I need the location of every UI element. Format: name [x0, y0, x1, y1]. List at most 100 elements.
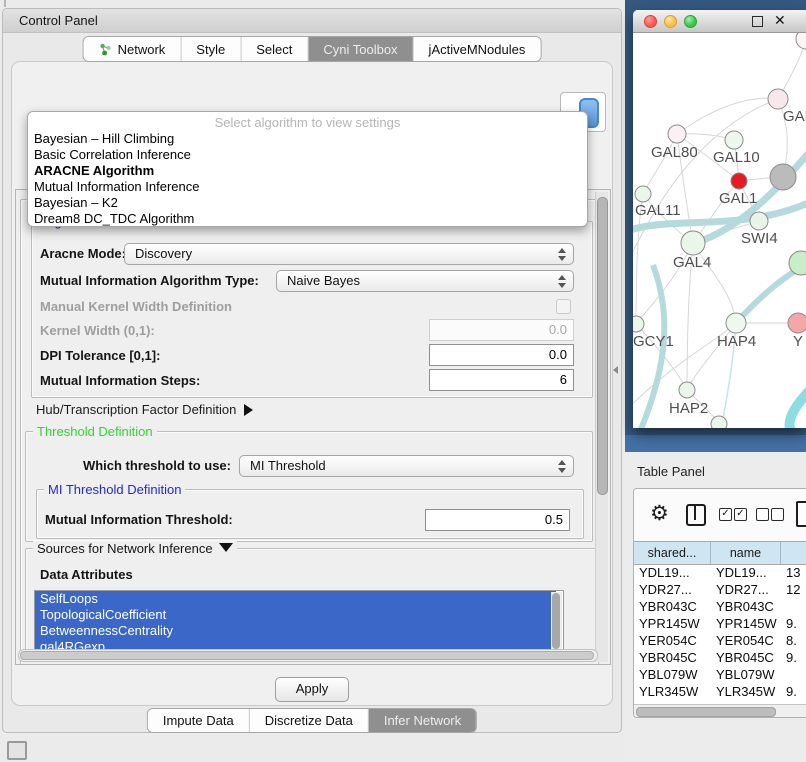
- zoom-traffic-light-icon[interactable]: [684, 15, 697, 28]
- tab-jactivemnodules[interactable]: jActiveMNodules: [414, 37, 541, 61]
- threshold-definition-group: Threshold Definition Which threshold to …: [25, 431, 593, 542]
- algorithm-option[interactable]: Dream8 DC_TDC Algorithm: [28, 211, 587, 227]
- network-node[interactable]: [770, 164, 796, 190]
- column-header[interactable]: [781, 542, 806, 564]
- table-cell: YLR345W: [711, 683, 781, 700]
- table-cell: YBR043C: [634, 598, 711, 615]
- settings-horizontal-scrollbar[interactable]: [18, 649, 598, 662]
- apply-button[interactable]: Apply: [275, 677, 349, 702]
- algorithm-option[interactable]: Bayesian – K2: [28, 195, 587, 211]
- table-cell: YDR27...: [711, 581, 781, 598]
- attribute-item[interactable]: BetweennessCentrality: [35, 623, 556, 639]
- tab-cyni-toolbox[interactable]: Cyni Toolbox: [308, 37, 413, 61]
- tab-network[interactable]: Network: [84, 37, 182, 61]
- settings-scroll-thumb[interactable]: [597, 197, 608, 495]
- attribute-item[interactable]: SelfLoops: [35, 591, 556, 607]
- algorithm-option[interactable]: ARACNE Algorithm: [28, 163, 587, 179]
- tab-style[interactable]: Style: [181, 37, 241, 61]
- table-horizontal-scrollbar[interactable]: [634, 704, 806, 718]
- data-attributes-label: Data Attributes: [40, 567, 133, 582]
- data-attributes-list[interactable]: SelfLoopsTopologicalCoefficientBetweenne…: [34, 590, 564, 652]
- network-node-swi4[interactable]: [750, 212, 768, 230]
- combo-arrows-icon: [558, 460, 566, 473]
- sources-legend[interactable]: Sources for Network Inference: [33, 541, 237, 556]
- which-threshold-combo[interactable]: MI Threshold: [239, 455, 574, 477]
- document-icon[interactable]: [796, 501, 806, 527]
- network-node-y[interactable]: [788, 313, 806, 333]
- gear-icon[interactable]: ⚙: [650, 499, 669, 529]
- network-node-gal11[interactable]: [635, 186, 651, 202]
- dpi-tolerance-field[interactable]: 0.0: [429, 344, 574, 366]
- manual-kernel-checkbox[interactable]: [556, 299, 571, 314]
- control-panel-titlebar[interactable]: Control Panel ✕: [3, 9, 621, 33]
- node-label: GCY1: [633, 333, 674, 350]
- network-node-hap2[interactable]: [679, 382, 695, 398]
- mi-type-combo[interactable]: Naive Bayes: [276, 270, 574, 292]
- network-node-gal[interactable]: [768, 89, 788, 109]
- tab-select[interactable]: Select: [241, 37, 308, 61]
- close-icon[interactable]: ✕: [774, 12, 786, 29]
- node-label: GAL80: [651, 144, 698, 161]
- checked-checkbox-icon[interactable]: ✓: [734, 508, 747, 521]
- table-cell: YBL079W: [634, 666, 711, 683]
- table-cell: YDR27...: [634, 581, 711, 598]
- splitter-collapse-icon[interactable]: [613, 366, 618, 374]
- table-row[interactable]: YPR145WYPR145W9.: [634, 615, 806, 632]
- table-row[interactable]: YBR043CYBR043C: [634, 598, 806, 615]
- network-node[interactable]: [796, 33, 806, 49]
- network-edge[interactable]: [790, 389, 806, 428]
- node-label: GAL10: [713, 149, 760, 166]
- network-canvas[interactable]: GALGAL80GAL10GAL1GAL11SWI4GAL4GCY1HAP4YH…: [633, 33, 806, 428]
- table-cell: YER054C: [711, 632, 781, 649]
- algorithm-option[interactable]: Mutual Information Inference: [28, 179, 587, 195]
- table-row[interactable]: YDL19...YDL19...13: [634, 564, 806, 581]
- network-node-gal10[interactable]: [725, 131, 743, 149]
- attributes-scrollbar[interactable]: [551, 592, 562, 652]
- algorithm-option[interactable]: Basic Correlation Inference: [28, 147, 587, 163]
- table-row[interactable]: YER054CYER054C8.: [634, 632, 806, 649]
- node-label: GAL11: [635, 202, 681, 219]
- network-node-gal4[interactable]: [681, 231, 705, 255]
- attributes-scroll-thumb[interactable]: [552, 593, 560, 649]
- tab-impute-data[interactable]: Impute Data: [148, 709, 250, 732]
- kernel-width-field[interactable]: 0.0: [429, 319, 574, 341]
- network-node-gal1[interactable]: [731, 173, 747, 189]
- column-header[interactable]: name: [711, 542, 781, 564]
- table-header-row[interactable]: shared...name: [634, 541, 806, 565]
- minimized-panel-icon[interactable]: [7, 741, 27, 760]
- hub-definition-label: Hub/Transcription Factor Definition: [36, 402, 236, 417]
- aracne-mode-combo[interactable]: Discovery: [124, 243, 574, 265]
- mi-threshold-field[interactable]: 0.5: [425, 509, 570, 531]
- network-node-gcy1[interactable]: [633, 316, 644, 332]
- column-header[interactable]: shared...: [634, 542, 711, 564]
- attribute-item[interactable]: TopologicalCoefficient: [35, 607, 556, 623]
- algorithm-option[interactable]: Bayesian – Hill Climbing: [28, 131, 587, 147]
- table-row[interactable]: YBL079WYBL079W: [634, 666, 806, 683]
- network-edge[interactable]: [677, 98, 778, 134]
- table-hscroll-thumb[interactable]: [636, 707, 776, 717]
- settings-hscroll-thumb[interactable]: [20, 651, 594, 660]
- table-row[interactable]: YBR045CYBR045C9.: [634, 649, 806, 666]
- settings-scroll-container: Cyni Algorithm Settings Algorithm Defini…: [15, 189, 611, 665]
- network-node-hap4[interactable]: [726, 313, 746, 333]
- columns-icon[interactable]: [686, 504, 706, 526]
- settings-vertical-scrollbar[interactable]: [595, 192, 608, 662]
- table-row[interactable]: YDR27...YDR27...12: [634, 581, 806, 598]
- float-window-icon[interactable]: [752, 16, 763, 27]
- network-node[interactable]: [711, 416, 727, 428]
- data-attributes-items: SelfLoopsTopologicalCoefficientBetweenne…: [35, 591, 563, 652]
- network-graph[interactable]: GALGAL80GAL10GAL1GAL11SWI4GAL4GCY1HAP4YH…: [633, 33, 806, 428]
- hub-definition-toggle[interactable]: Hub/Transcription Factor Definition: [36, 402, 253, 417]
- tab-discretize-data[interactable]: Discretize Data: [250, 709, 369, 732]
- table-row[interactable]: YLR345WYLR345W9.: [634, 683, 806, 700]
- checked-checkbox-icon[interactable]: ✓: [719, 508, 732, 521]
- minimize-traffic-light-icon[interactable]: [664, 15, 677, 28]
- network-node-gal80[interactable]: [668, 125, 686, 143]
- unchecked-checkbox-icon[interactable]: [756, 508, 769, 521]
- tab-infer-network[interactable]: Infer Network: [369, 709, 476, 732]
- unchecked-checkbox-icon[interactable]: [771, 508, 784, 521]
- close-traffic-light-icon[interactable]: [644, 15, 657, 28]
- mi-steps-field[interactable]: 6: [429, 369, 574, 391]
- tab-label: Impute Data: [163, 713, 234, 728]
- network-view-window[interactable]: GALGAL80GAL10GAL1GAL11SWI4GAL4GCY1HAP4YH…: [633, 10, 806, 428]
